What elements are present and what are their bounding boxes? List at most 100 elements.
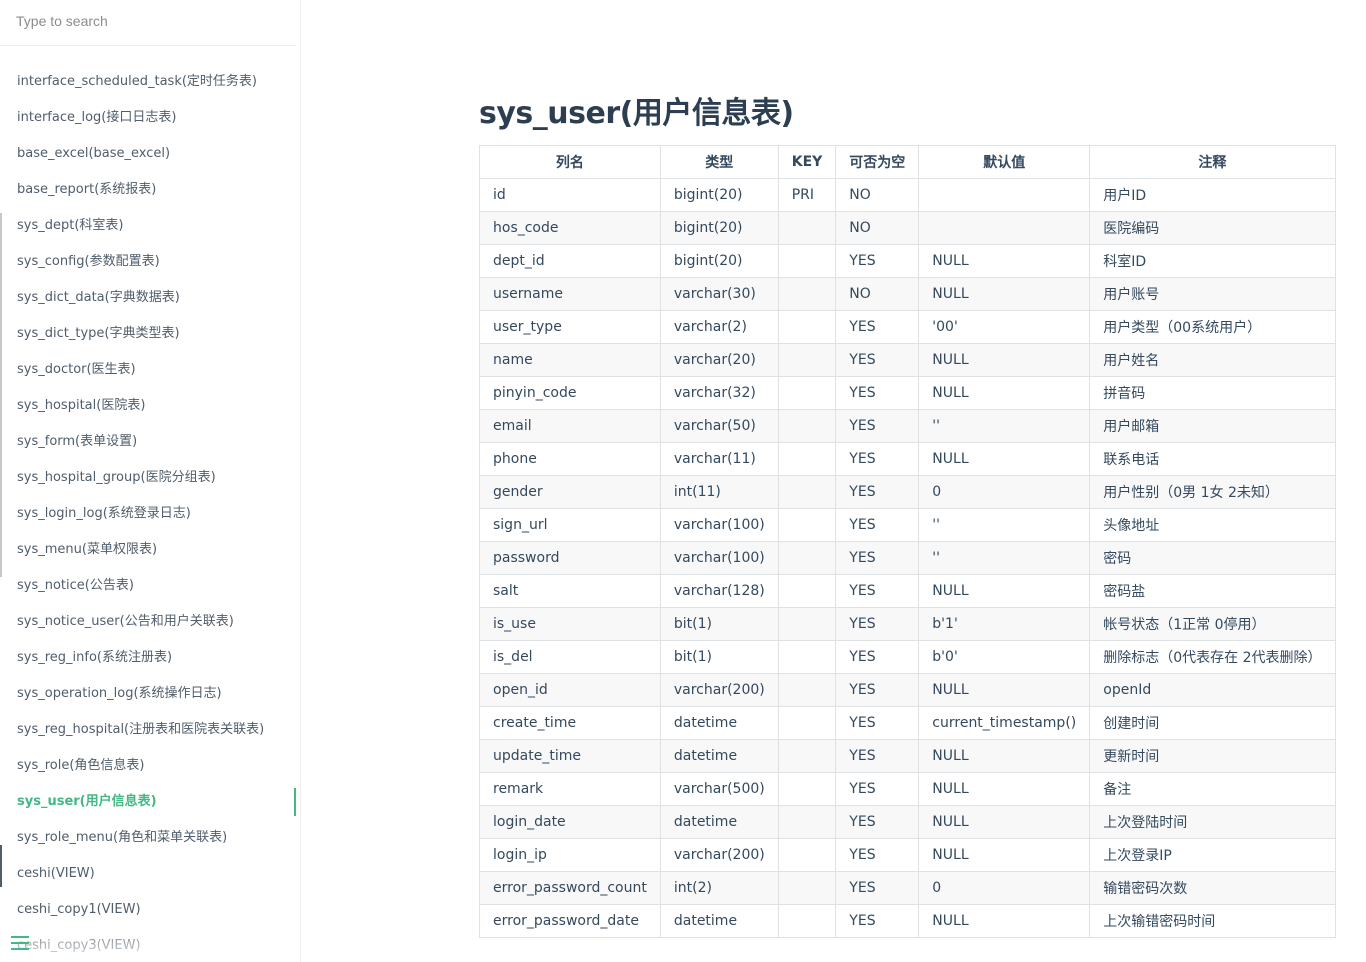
table-cell: bit(1) — [659, 640, 779, 674]
table-cell — [777, 871, 837, 905]
table-cell: PRI — [777, 178, 837, 212]
table-cell — [777, 277, 837, 311]
table-cell: 密码盐 — [1089, 574, 1336, 608]
column-header: 默认值 — [918, 145, 1091, 179]
table-cell: 上次登陆时间 — [1089, 805, 1336, 839]
table-cell — [777, 772, 837, 806]
table-cell: NULL — [918, 805, 1091, 839]
table-cell: sign_url — [479, 508, 661, 542]
sidebar-item[interactable]: sys_reg_info(系统注册表) — [0, 640, 300, 676]
sidebar-item[interactable]: ceshi(VIEW) — [0, 856, 300, 892]
table-cell — [777, 442, 837, 476]
sidebar-item[interactable]: interface_log(接口日志表) — [0, 100, 300, 136]
table-cell — [777, 409, 837, 443]
table-cell — [777, 805, 837, 839]
table-cell: hos_code — [479, 211, 661, 245]
hamburger-menu-icon[interactable] — [11, 935, 29, 951]
table-row: create_time datetime YES current_timestamp(… — [479, 706, 1336, 740]
table-cell: varchar(128) — [659, 574, 779, 608]
table-cell: 删除标志（0代表存在 2代表删除） — [1089, 640, 1336, 674]
table-cell: is_del — [479, 640, 661, 674]
table-cell — [777, 475, 837, 509]
table-cell: NULL — [918, 772, 1091, 806]
table-cell: 帐号状态（1正常 0停用） — [1089, 607, 1336, 641]
sidebar-item[interactable]: base_excel(base_excel) — [0, 136, 300, 172]
table-cell: remark — [479, 772, 661, 806]
table-cell: varchar(30) — [659, 277, 779, 311]
table-cell: NULL — [918, 376, 1091, 410]
table-cell: 更新时间 — [1089, 739, 1336, 773]
sidebar-item[interactable]: interface_scheduled_task(定时任务表) — [0, 64, 300, 100]
table-cell: name — [479, 343, 661, 377]
sidebar-item[interactable]: sys_notice_user(公告和用户关联表) — [0, 604, 300, 640]
column-header: 列名 — [479, 145, 661, 179]
table-cell: salt — [479, 574, 661, 608]
table-row: pinyin_code varchar(32) YES NULL 拼音码 — [479, 376, 1336, 410]
sidebar-item[interactable]: sys_hospital(医院表) — [0, 388, 300, 424]
sidebar-item[interactable]: sys_hospital_group(医院分组表) — [0, 460, 300, 496]
table-cell: YES — [835, 376, 920, 410]
table-cell: varchar(50) — [659, 409, 779, 443]
table-cell: 密码 — [1089, 541, 1336, 575]
table-cell: 医院编码 — [1089, 211, 1336, 245]
table-cell: bigint(20) — [659, 244, 779, 278]
table-cell: open_id — [479, 673, 661, 707]
sidebar-item[interactable]: sys_dict_data(字典数据表) — [0, 280, 300, 316]
sidebar-item[interactable]: sys_form(表单设置) — [0, 424, 300, 460]
table-cell: YES — [835, 706, 920, 740]
table-cell — [777, 541, 837, 575]
table-cell — [777, 574, 837, 608]
sidebar-item[interactable]: sys_role_menu(角色和菜单关联表) — [0, 820, 300, 856]
table-row: username varchar(30) NO NULL 用户账号 — [479, 277, 1336, 311]
table-cell: YES — [835, 508, 920, 542]
page-title: sys_user(用户信息表) — [479, 96, 794, 131]
table-cell: b'0' — [918, 640, 1091, 674]
sidebar-item[interactable]: base_report(系统报表) — [0, 172, 300, 208]
table-cell: openId — [1089, 673, 1336, 707]
table-cell: YES — [835, 772, 920, 806]
sidebar-item[interactable]: ceshi_copy1(VIEW) — [0, 892, 300, 928]
table-cell: NULL — [918, 739, 1091, 773]
table-cell: gender — [479, 475, 661, 509]
sidebar-item[interactable]: sys_config(参数配置表) — [0, 244, 300, 280]
table-row: hos_code bigint(20) NO 医院编码 — [479, 211, 1336, 245]
table-cell: YES — [835, 574, 920, 608]
table-row: name varchar(20) YES NULL 用户姓名 — [479, 343, 1336, 377]
sidebar-item[interactable]: ceshi_copy3(VIEW) — [0, 928, 300, 962]
table-cell: 0 — [918, 871, 1091, 905]
table-cell: 0 — [918, 475, 1091, 509]
sidebar-item[interactable]: sys_operation_log(系统操作日志) — [0, 676, 300, 712]
schema-table: 列名 类型 KEY 可否为空 默认值 注释 id bigint(20) PRI NO 用… — [479, 145, 1336, 938]
sidebar-item[interactable]: sys_notice(公告表) — [0, 568, 300, 604]
table-cell: varchar(11) — [659, 442, 779, 476]
search-input[interactable] — [6, 7, 300, 35]
table-row: user_type varchar(2) YES '00' 用户类型（00系统用户） — [479, 310, 1336, 344]
table-row: open_id varchar(200) YES NULL openId — [479, 673, 1336, 707]
table-cell: NULL — [918, 673, 1091, 707]
table-cell: update_time — [479, 739, 661, 773]
table-cell — [777, 673, 837, 707]
table-cell: YES — [835, 244, 920, 278]
sidebar-item[interactable]: sys_dict_type(字典类型表) — [0, 316, 300, 352]
sidebar-item[interactable]: sys_doctor(医生表) — [0, 352, 300, 388]
main-content: sys_user(用户信息表) 列名 类型 KEY 可否为空 默认值 注释 id… — [301, 0, 1366, 962]
table-body: id bigint(20) PRI NO 用户ID hos_code bigint(20) N… — [479, 178, 1336, 938]
table-cell: int(2) — [659, 871, 779, 905]
sidebar-item[interactable]: sys_dept(科室表) — [0, 208, 300, 244]
table-cell: '' — [918, 508, 1091, 542]
table-cell — [918, 178, 1091, 212]
table-cell: YES — [835, 409, 920, 443]
sidebar-item[interactable]: sys_role(角色信息表) — [0, 748, 300, 784]
table-cell: NO — [835, 178, 920, 212]
table-row: error_password_date datetime YES NULL 上次输错密码… — [479, 904, 1336, 938]
sidebar-item[interactable]: sys_menu(菜单权限表) — [0, 532, 300, 568]
table-row: id bigint(20) PRI NO 用户ID — [479, 178, 1336, 212]
table-cell — [918, 211, 1091, 245]
table-cell: int(11) — [659, 475, 779, 509]
sidebar-item[interactable]: sys_reg_hospital(注册表和医院表关联表) — [0, 712, 300, 748]
table-cell: NULL — [918, 343, 1091, 377]
sidebar-item[interactable]: sys_login_log(系统登录日志) — [0, 496, 300, 532]
column-header: 可否为空 — [835, 145, 920, 179]
sidebar-item[interactable]: sys_user(用户信息表) — [0, 784, 300, 820]
table-cell: NO — [835, 211, 920, 245]
